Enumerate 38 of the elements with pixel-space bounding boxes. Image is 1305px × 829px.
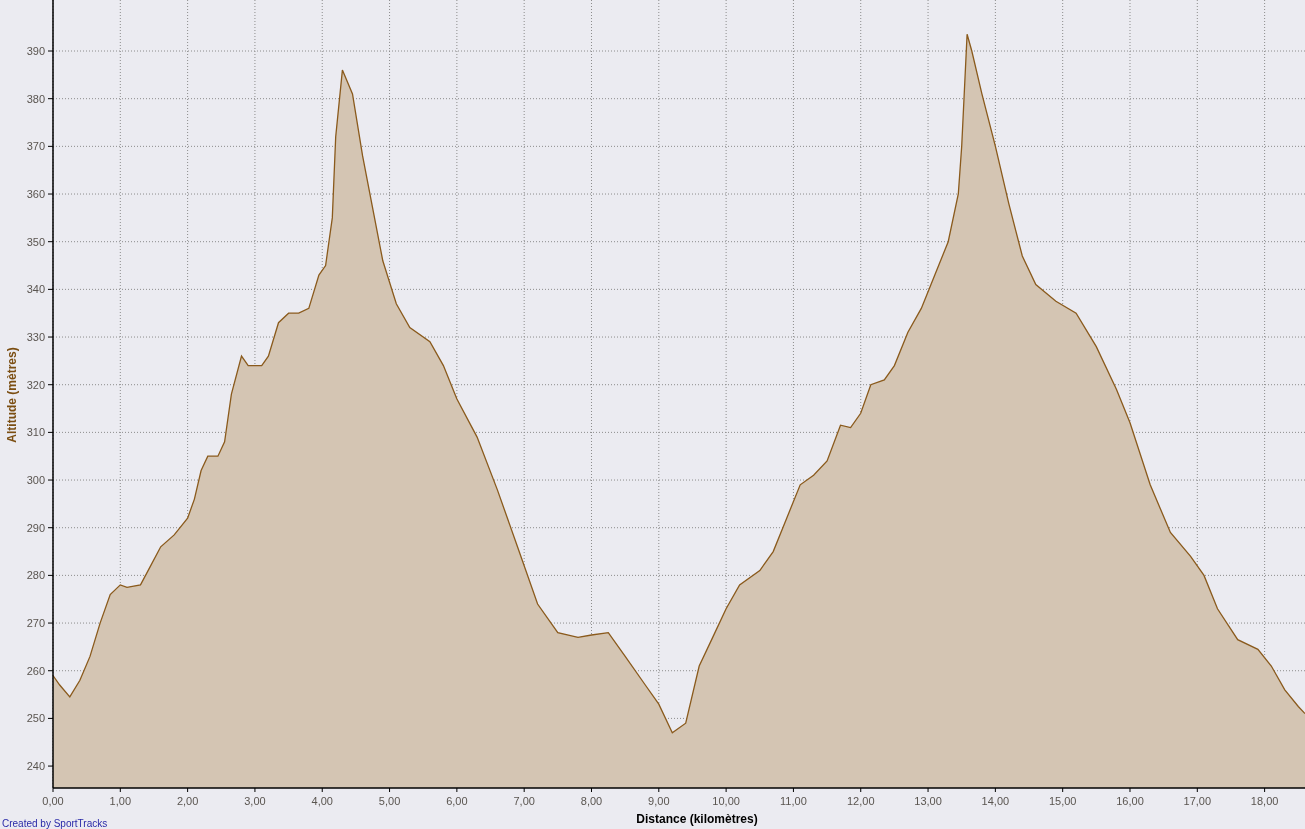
x-tick-label: 9,00 [648,795,670,807]
x-tick-label: 12,00 [847,795,875,807]
y-axis-title: Altitude (mètres) [5,347,19,443]
x-tick-label: 14,00 [981,795,1010,807]
x-tick-label: 13,00 [914,795,942,807]
x-tick-label: 6,00 [446,795,468,807]
x-tick-label: 4,00 [311,795,333,807]
y-tick-label: 370 [26,140,45,153]
y-tick-label: 260 [26,664,45,677]
x-tick-label: 3,00 [244,795,266,807]
x-tick-label: 0,00 [42,795,64,807]
y-tick-label: 390 [26,45,45,57]
credit-text: Created by SportTracks [2,818,108,829]
x-tick-label: 18,00 [1250,795,1279,807]
x-tick-label: 7,00 [513,795,535,807]
y-tick-label: 350 [26,235,45,248]
x-tick-label: 1,00 [109,795,131,807]
y-tick-label: 360 [26,188,45,200]
y-tick-label: 310 [26,426,45,439]
y-tick-label: 300 [26,474,45,487]
x-tick-label: 5,00 [378,795,401,807]
y-tick-label: 280 [26,569,45,582]
x-axis-title: Distance (kilomètres) [636,812,758,826]
y-tick-label: 240 [26,760,45,773]
y-tick-label: 320 [26,378,45,391]
y-tick-label: 250 [26,712,45,725]
x-tick-label: 15,00 [1048,795,1077,807]
x-tick-label: 2,00 [176,795,199,807]
y-tick-label: 330 [26,331,45,344]
y-tick-label: 380 [26,92,45,105]
x-tick-label: 17,00 [1183,795,1212,807]
x-tick-label: 10,00 [712,795,740,807]
x-tick-label: 16,00 [1116,795,1144,807]
y-tick-label: 340 [26,283,45,296]
y-tick-label: 290 [26,521,45,534]
x-tick-label: 8,00 [580,795,603,807]
y-tick-label: 270 [26,617,45,630]
x-tick-label: 11,00 [780,795,807,807]
